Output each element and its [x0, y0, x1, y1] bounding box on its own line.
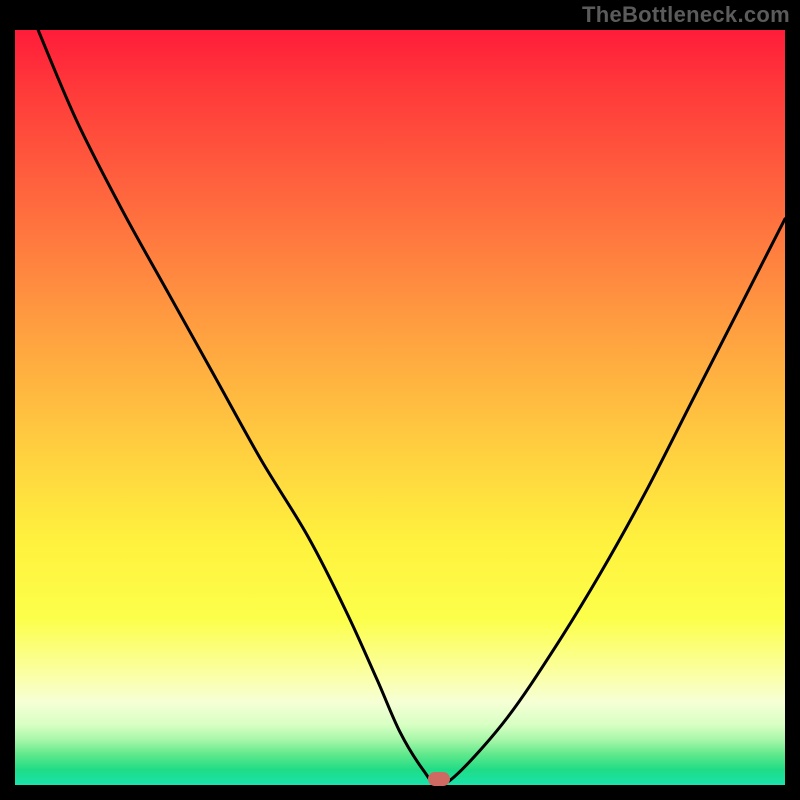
plot-area	[15, 30, 785, 785]
chart-frame: TheBottleneck.com	[0, 0, 800, 800]
watermark-text: TheBottleneck.com	[582, 2, 790, 28]
minimum-marker	[428, 772, 450, 786]
bottleneck-curve	[15, 30, 785, 785]
